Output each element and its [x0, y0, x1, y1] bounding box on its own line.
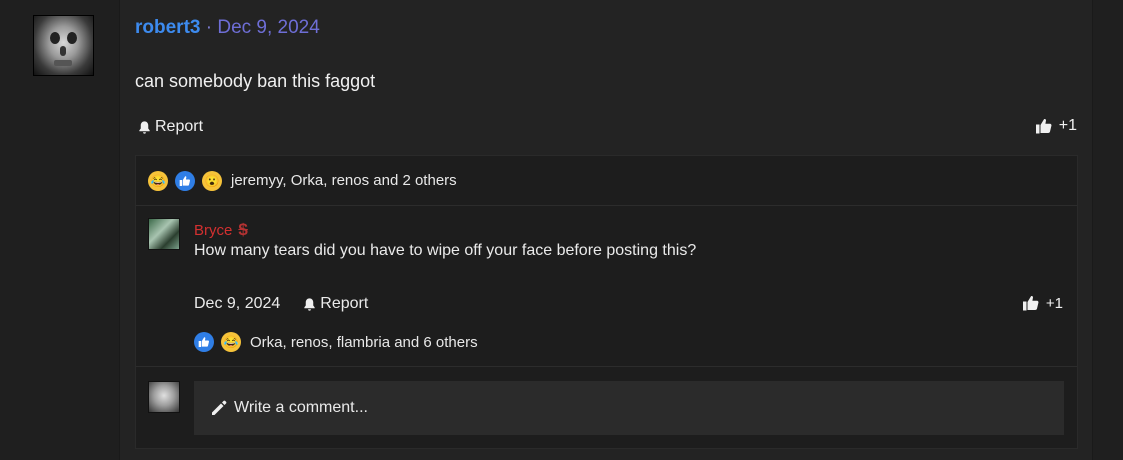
like-emoji-icon [175, 170, 195, 191]
comment-like-button[interactable]: +1 [1022, 294, 1063, 312]
laugh-emoji-icon: 😂 [148, 170, 168, 191]
post-separator: · [205, 17, 213, 38]
laugh-emoji-icon: 😂 [221, 332, 241, 352]
comment-author: Bryce $ [194, 220, 248, 240]
post-date[interactable]: Dec 9, 2024 [217, 17, 319, 38]
comment: Bryce $ How many tears did you have to w… [136, 206, 1077, 367]
comment-report-button[interactable]: Report [302, 295, 368, 313]
post-body: can somebody ban this faggot [135, 71, 376, 91]
comment-meta: Dec 9, 2024 Report [194, 295, 368, 313]
right-rail [1092, 0, 1123, 460]
comment-like-count: +1 [1045, 294, 1063, 312]
bell-icon [139, 120, 150, 134]
post-reactions-text[interactable]: jeremyy, Orka, renos and 2 others [231, 172, 457, 189]
like-button[interactable]: +1 [1035, 117, 1077, 135]
page: robert3 · Dec 9, 2024 can somebody ban t… [0, 0, 1123, 460]
report-label: Report [155, 118, 204, 135]
comment-reactions-text[interactable]: Orka, renos, flambria and 6 others [250, 334, 478, 351]
comment-date[interactable]: Dec 9, 2024 [194, 295, 280, 313]
dollar-icon: $ [238, 220, 248, 239]
like-count: +1 [1058, 117, 1077, 134]
comment-avatar[interactable] [148, 218, 180, 250]
report-button[interactable]: Report [137, 118, 203, 136]
like-emoji-icon [194, 332, 214, 352]
post-reactions[interactable]: 😂 😮 jeremyy, Orka, renos and 2 others [136, 156, 1077, 206]
current-user-avatar [148, 381, 180, 413]
thumbs-up-icon [1035, 118, 1052, 134]
comment-text: How many tears did you have to wipe off … [194, 242, 697, 259]
avatar[interactable] [33, 15, 94, 76]
comment-reactions[interactable]: 😂 Orka, renos, flambria and 6 others [194, 332, 478, 352]
post-username[interactable]: robert3 [135, 17, 200, 38]
bell-icon [304, 297, 315, 311]
thumbs-up-icon [1022, 295, 1039, 311]
comments-section: 😂 😮 jeremyy, Orka, renos and 2 others Br… [135, 155, 1078, 449]
comment-username[interactable]: Bryce [194, 222, 232, 239]
wow-emoji-icon: 😮 [202, 170, 222, 191]
write-comment-input[interactable]: Write a comment... [194, 381, 1064, 435]
post-header: robert3 · Dec 9, 2024 [135, 17, 320, 39]
write-comment-placeholder: Write a comment... [234, 399, 368, 416]
pencil-icon [212, 400, 227, 415]
comment-report-label: Report [320, 295, 369, 312]
